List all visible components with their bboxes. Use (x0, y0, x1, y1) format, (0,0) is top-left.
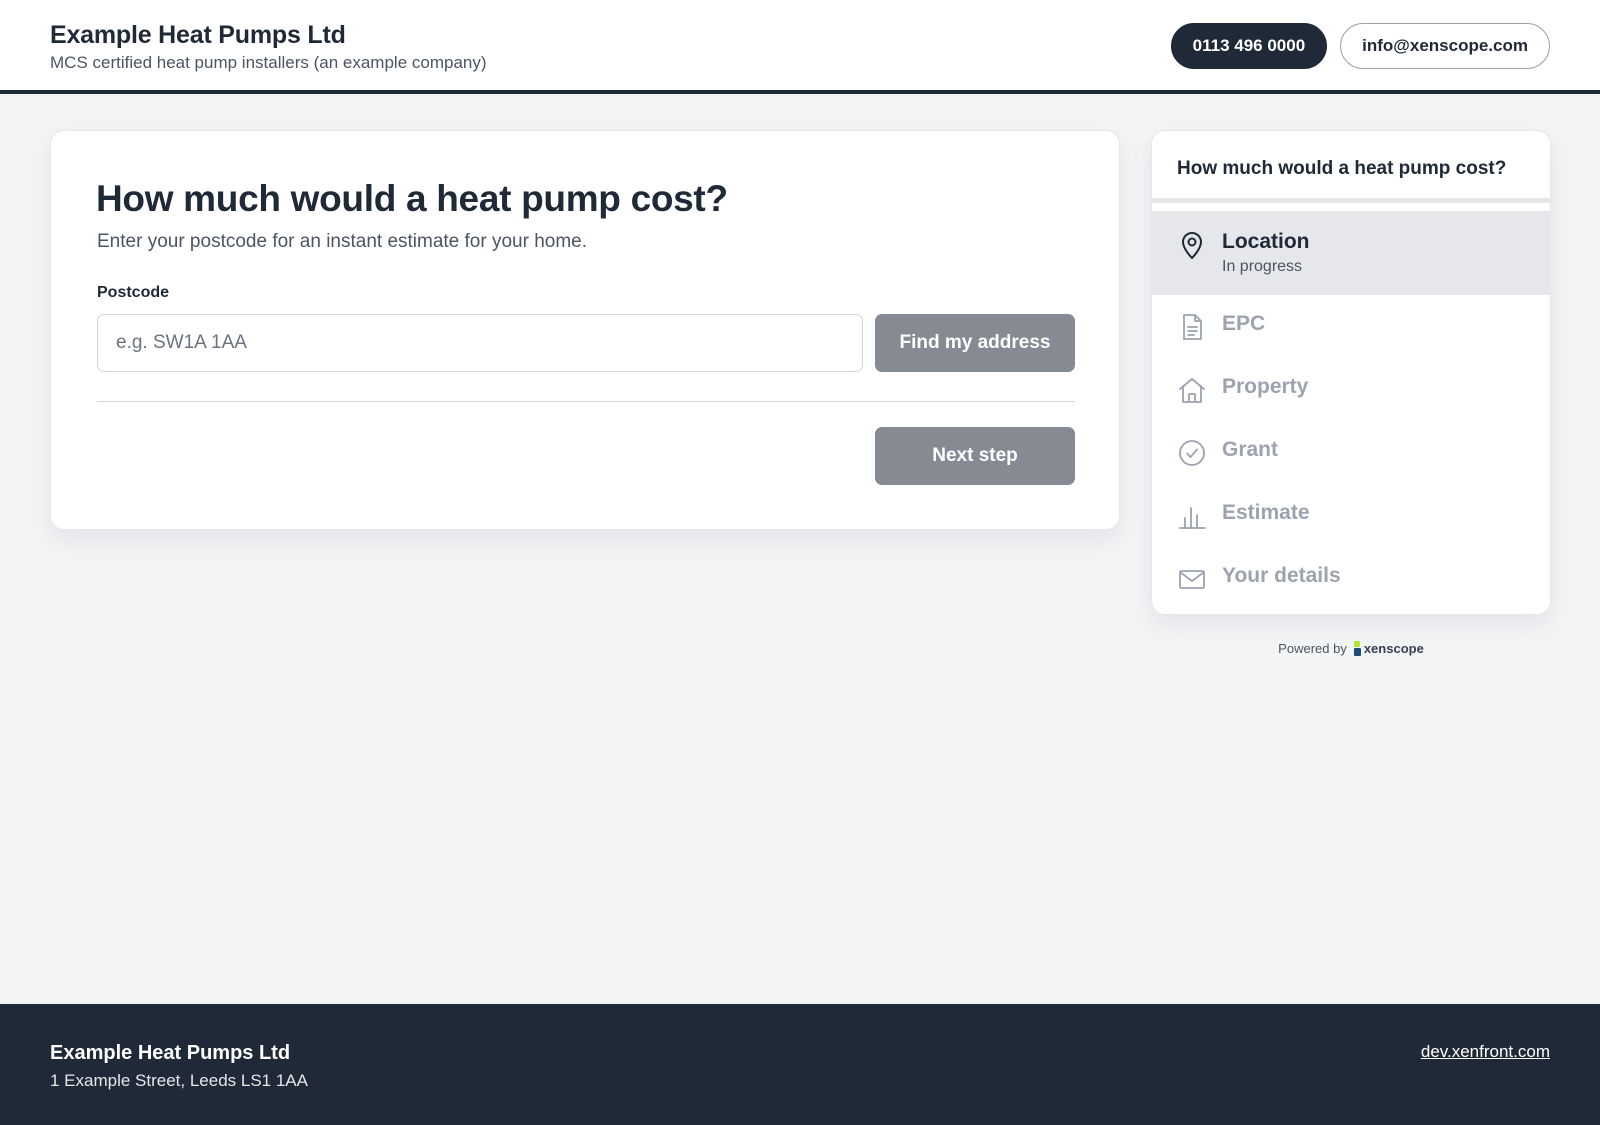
progress-title: How much would a heat pump cost? (1177, 158, 1507, 179)
brand: Example Heat Pumps Ltd MCS certified hea… (50, 20, 487, 74)
step-location-label: Location (1222, 230, 1310, 253)
company-tagline: MCS certified heat pump installers (an e… (50, 53, 487, 72)
next-step-button[interactable]: Next step (875, 427, 1075, 485)
company-name: Example Heat Pumps Ltd (50, 21, 346, 49)
document-icon (1176, 311, 1208, 343)
envelope-icon (1176, 563, 1208, 595)
footer-company-name: Example Heat Pumps Ltd (50, 1042, 291, 1064)
page-title: How much would a heat pump cost? (96, 178, 728, 219)
step-location-status: In progress (1222, 258, 1303, 275)
page-subtitle: Enter your postcode for an instant estim… (97, 231, 588, 252)
header-actions: 0113 496 0000 info@xenscope.com (1170, 23, 1550, 69)
powered-by-label: Powered by (1278, 641, 1347, 656)
progress-bar (1152, 198, 1550, 203)
step-estimate[interactable]: Estimate (1152, 484, 1550, 547)
step-location[interactable]: Location In progress (1152, 211, 1550, 295)
step-epc[interactable]: EPC (1152, 295, 1550, 358)
house-icon (1176, 374, 1208, 406)
step-estimate-label: Estimate (1222, 501, 1310, 524)
check-circle-icon (1176, 437, 1208, 469)
step-your-details[interactable]: Your details (1152, 547, 1550, 610)
step-property[interactable]: Property (1152, 358, 1550, 421)
footer-website-link[interactable]: dev.xenfront.com (1421, 1041, 1550, 1063)
email-button[interactable]: info@xenscope.com (1340, 23, 1550, 69)
card-divider (97, 401, 1075, 402)
xenscope-mark-icon (1353, 641, 1361, 656)
step-grant[interactable]: Grant (1152, 421, 1550, 484)
step-epc-label: EPC (1222, 312, 1266, 335)
progress-panel: How much would a heat pump cost? Locatio… (1151, 130, 1551, 615)
footer-address: 1 Example Street, Leeds LS1 1AA (50, 1071, 308, 1090)
find-address-button[interactable]: Find my address (875, 314, 1075, 372)
xenscope-logo[interactable]: xenscope (1353, 641, 1424, 656)
step-your-details-label: Your details (1222, 564, 1341, 587)
powered-by: Powered by xenscope (1151, 641, 1551, 656)
site-footer: Example Heat Pumps Ltd 1 Example Street,… (0, 1004, 1600, 1125)
site-header: Example Heat Pumps Ltd MCS certified hea… (0, 0, 1600, 94)
bar-chart-icon (1176, 500, 1208, 532)
postcode-input[interactable] (97, 314, 863, 372)
postcode-label: Postcode (97, 284, 170, 301)
xenscope-brand: xenscope (1363, 641, 1424, 656)
step-property-label: Property (1222, 375, 1309, 398)
step-grant-label: Grant (1222, 438, 1279, 461)
map-pin-icon (1176, 229, 1208, 261)
phone-button[interactable]: 0113 496 0000 (1170, 23, 1328, 69)
estimate-card: How much would a heat pump cost? Enter y… (50, 130, 1120, 530)
